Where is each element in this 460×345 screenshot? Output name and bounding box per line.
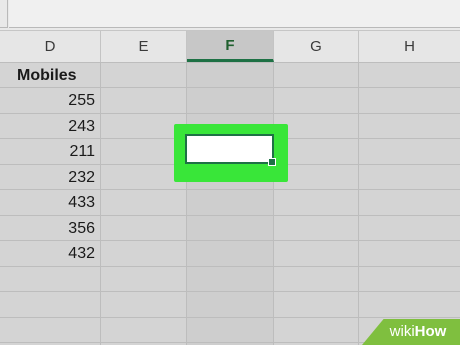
- column-header-f[interactable]: F: [187, 31, 274, 62]
- gridline: [0, 266, 460, 267]
- watermark-prefix: wiki: [389, 323, 415, 340]
- column-header-h[interactable]: H: [359, 31, 460, 62]
- name-box-edge[interactable]: [0, 0, 8, 28]
- formula-input[interactable]: [9, 0, 460, 28]
- column-header-e[interactable]: E: [101, 31, 187, 62]
- cell-d-header[interactable]: Mobiles: [0, 63, 100, 87]
- column-header-d[interactable]: D: [0, 31, 101, 62]
- gridline: [273, 63, 274, 345]
- cell-d-value[interactable]: 433: [0, 190, 100, 214]
- cell-d-value[interactable]: 432: [0, 241, 100, 265]
- column-header-g[interactable]: G: [274, 31, 359, 62]
- cell-d-value[interactable]: 211: [0, 139, 100, 163]
- spreadsheet-grid[interactable]: Mobiles 255 243 211 232 433 356 432: [0, 63, 460, 345]
- cell-d-value[interactable]: 255: [0, 88, 100, 112]
- fill-handle[interactable]: [268, 158, 276, 166]
- active-cell-f[interactable]: [185, 134, 276, 166]
- selected-column-shade: [187, 63, 273, 345]
- watermark-suffix: How: [414, 323, 447, 340]
- gridline: [0, 291, 460, 292]
- formula-bar-area: [0, 0, 460, 31]
- cell-d-value[interactable]: 243: [0, 114, 100, 138]
- gridline: [358, 63, 359, 345]
- cell-d-value[interactable]: 356: [0, 216, 100, 240]
- gridline: [0, 317, 460, 318]
- gridline: [186, 63, 187, 345]
- cell-d-value[interactable]: 232: [0, 165, 100, 189]
- column-headers: D E F G H: [0, 31, 460, 63]
- gridline: [100, 63, 101, 345]
